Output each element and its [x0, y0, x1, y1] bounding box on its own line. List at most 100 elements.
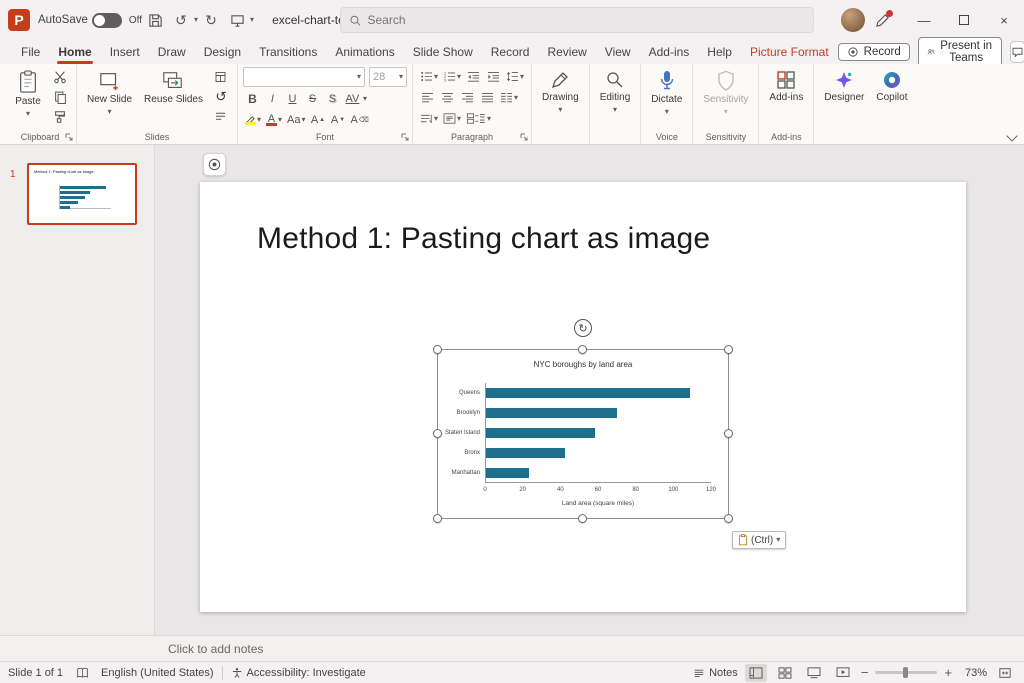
- selection-handle-se[interactable]: [724, 514, 733, 523]
- fit-to-window-button[interactable]: [994, 664, 1016, 682]
- autosave-toggle[interactable]: [92, 13, 122, 28]
- language-button[interactable]: English (United States): [101, 667, 214, 679]
- cut-button[interactable]: [49, 67, 71, 86]
- tab-design[interactable]: Design: [195, 42, 250, 62]
- character-spacing-chevron[interactable]: ▾: [363, 95, 367, 103]
- tab-file[interactable]: File: [12, 42, 49, 62]
- editing-button[interactable]: Editing ▾: [595, 67, 636, 117]
- editing-mode-button[interactable]: [875, 13, 890, 28]
- selection-handle-e[interactable]: [724, 429, 733, 438]
- tab-draw[interactable]: Draw: [149, 42, 195, 62]
- selection-handle-w[interactable]: [433, 429, 442, 438]
- convert-to-smartart-button[interactable]: ▾: [464, 109, 493, 128]
- copilot-canvas-button[interactable]: [203, 153, 226, 176]
- tab-record[interactable]: Record: [482, 42, 539, 62]
- comments-button[interactable]: [1010, 41, 1024, 63]
- increase-indent-button[interactable]: [484, 67, 503, 86]
- align-right-button[interactable]: [458, 88, 477, 107]
- slide-thumbnail[interactable]: Method 1: Pasting chart as image: [27, 163, 137, 225]
- copilot-button[interactable]: Copilot: [871, 67, 912, 107]
- clipboard-dialog-launcher[interactable]: [65, 133, 73, 141]
- slide-reset-button[interactable]: ↺: [210, 87, 232, 106]
- italic-button[interactable]: I: [263, 89, 282, 108]
- quick-access-dropdown[interactable]: ▾: [250, 16, 254, 24]
- tab-home[interactable]: Home: [49, 42, 100, 62]
- tab-transitions[interactable]: Transitions: [250, 42, 326, 62]
- paste-options-button[interactable]: (Ctrl) ▾: [732, 531, 786, 549]
- tab-view[interactable]: View: [596, 42, 640, 62]
- highlight-color-button[interactable]: ▾: [243, 110, 263, 129]
- paragraph-dialog-launcher[interactable]: [520, 133, 528, 141]
- decrease-font-size-button[interactable]: A▼: [328, 110, 347, 129]
- slideshow-view-button[interactable]: [832, 664, 854, 682]
- tab-add-ins[interactable]: Add-ins: [640, 42, 699, 62]
- maximize-button[interactable]: [944, 0, 984, 40]
- normal-view-button[interactable]: [745, 664, 767, 682]
- present-display-button[interactable]: [224, 7, 250, 33]
- zoom-out-button[interactable]: −: [861, 665, 869, 680]
- chart-image[interactable]: NYC boroughs by land area QueensBrooklyn…: [438, 350, 728, 518]
- zoom-slider[interactable]: [875, 671, 937, 674]
- collapse-ribbon-chevron[interactable]: [1006, 130, 1017, 141]
- sensitivity-button[interactable]: Sensitivity ▾: [698, 67, 753, 119]
- user-avatar[interactable]: [841, 8, 865, 32]
- numbering-button[interactable]: 123 ▾: [441, 67, 463, 86]
- reuse-slides-button[interactable]: Reuse Slides: [139, 67, 208, 109]
- notes-toggle-button[interactable]: Notes: [693, 667, 738, 679]
- addins-button[interactable]: Add-ins: [764, 67, 808, 107]
- reading-view-button[interactable]: [803, 664, 825, 682]
- slide-layout-button[interactable]: [210, 67, 232, 86]
- clear-formatting-button[interactable]: A⌫: [348, 110, 370, 129]
- zoom-level[interactable]: 73%: [959, 667, 987, 679]
- bullets-button[interactable]: ▾: [418, 67, 440, 86]
- slide-section-button[interactable]: [210, 107, 232, 126]
- tab-insert[interactable]: Insert: [101, 42, 149, 62]
- zoom-slider-thumb[interactable]: [903, 667, 908, 678]
- selection-handle-n[interactable]: [578, 345, 587, 354]
- tab-help[interactable]: Help: [698, 42, 741, 62]
- search-input[interactable]: [367, 13, 805, 27]
- search-box[interactable]: [340, 7, 814, 33]
- save-button[interactable]: [142, 7, 168, 33]
- tab-review[interactable]: Review: [538, 42, 595, 62]
- font-name-combo[interactable]: ▾: [243, 67, 365, 87]
- text-direction-button[interactable]: ▾: [418, 109, 440, 128]
- font-size-combo[interactable]: ▾: [369, 67, 407, 87]
- justify-button[interactable]: [478, 88, 497, 107]
- selection-handle-sw[interactable]: [433, 514, 442, 523]
- dictate-button[interactable]: Dictate ▾: [646, 67, 687, 119]
- slide-sorter-view-button[interactable]: [774, 664, 796, 682]
- font-dialog-launcher[interactable]: [401, 133, 409, 141]
- present-in-teams-button[interactable]: Present in Teams: [918, 37, 1002, 67]
- powerpoint-logo-icon[interactable]: P: [8, 9, 30, 31]
- spell-check-button[interactable]: [71, 664, 93, 682]
- designer-button[interactable]: Designer: [819, 67, 869, 107]
- notes-pane[interactable]: Click to add notes: [0, 635, 1024, 661]
- align-text-button[interactable]: ▾: [441, 109, 463, 128]
- zoom-in-button[interactable]: +: [944, 665, 952, 680]
- columns-button[interactable]: ▾: [498, 88, 520, 107]
- selected-chart-frame[interactable]: NYC boroughs by land area QueensBrooklyn…: [437, 349, 729, 519]
- change-case-button[interactable]: Aa▾: [285, 110, 307, 129]
- close-button[interactable]: ×: [984, 0, 1024, 40]
- bold-button[interactable]: B: [243, 89, 262, 108]
- tab-animations[interactable]: Animations: [326, 42, 403, 62]
- tab-slide-show[interactable]: Slide Show: [404, 42, 482, 62]
- minimize-button[interactable]: —: [904, 0, 944, 40]
- increase-font-size-button[interactable]: A▲: [308, 110, 327, 129]
- align-left-button[interactable]: [418, 88, 437, 107]
- paste-button[interactable]: Paste ▾: [9, 67, 47, 121]
- accessibility-button[interactable]: Accessibility: Investigate: [231, 667, 366, 679]
- selection-handle-s[interactable]: [578, 514, 587, 523]
- align-center-button[interactable]: [438, 88, 457, 107]
- copy-button[interactable]: [49, 87, 71, 106]
- underline-button[interactable]: U: [283, 89, 302, 108]
- undo-button[interactable]: ↺: [168, 7, 194, 33]
- slide-title-text[interactable]: Method 1: Pasting chart as image: [257, 222, 710, 256]
- slide[interactable]: Method 1: Pasting chart as image NYC bor…: [200, 182, 966, 612]
- line-spacing-button[interactable]: ▾: [504, 67, 526, 86]
- strikethrough-button[interactable]: S: [303, 89, 322, 108]
- character-spacing-button[interactable]: AV: [343, 89, 362, 108]
- font-size-input[interactable]: [373, 71, 397, 83]
- rotation-handle[interactable]: ↻: [574, 319, 592, 337]
